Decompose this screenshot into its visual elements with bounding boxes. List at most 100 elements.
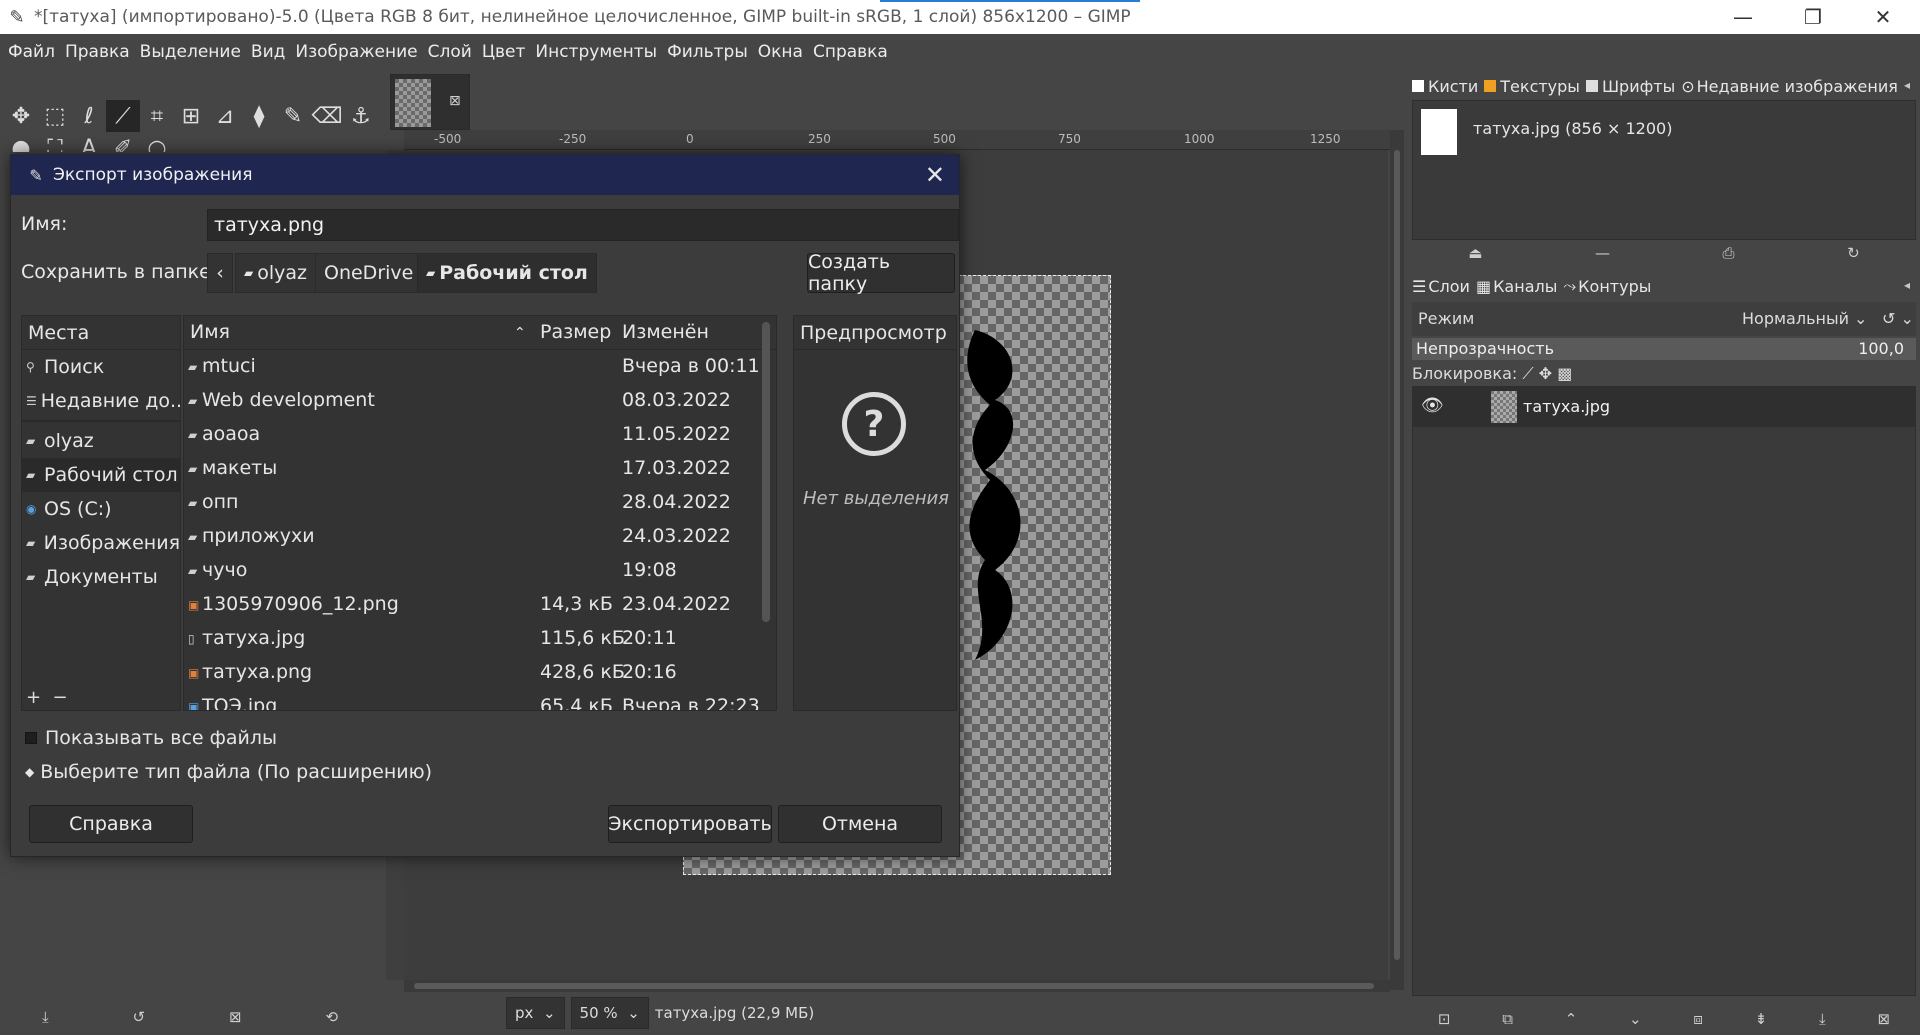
place-pictures[interactable]: ▰ Изображения: [22, 526, 180, 560]
tab-paths[interactable]: ⤳ Контуры: [1563, 276, 1651, 296]
help-button[interactable]: Справка: [29, 805, 193, 843]
file-row[interactable]: ▰ Web development 08.03.2022: [184, 384, 776, 418]
new-layer-icon[interactable]: ⊡: [1438, 1010, 1451, 1028]
tab-brushes[interactable]: Кисти: [1412, 77, 1478, 96]
eraser-tool-icon[interactable]: ⌫: [310, 100, 344, 132]
transform-tool-icon[interactable]: ⊞: [174, 100, 208, 132]
paintbrush-tool-icon[interactable]: ✎: [276, 100, 310, 132]
zoom-tool-icon[interactable]: ○: [140, 132, 174, 153]
anchor-layer-icon[interactable]: ⤓: [1819, 1010, 1826, 1028]
file-list-scrollbar[interactable]: [762, 322, 770, 622]
close-window-button[interactable]: ✕: [1848, 0, 1918, 34]
file-row[interactable]: ▰ аоаоа 11.05.2022: [184, 418, 776, 452]
clone-tool-icon[interactable]: ⚓: [344, 100, 378, 132]
breadcrumb-desktop[interactable]: ▰ Рабочий стол: [417, 253, 597, 293]
reset-mode-icon[interactable]: ↺ ⌄: [1882, 309, 1914, 328]
place-search[interactable]: ⚲ Поиск: [22, 350, 180, 384]
paths-tool-icon[interactable]: ⛶: [38, 132, 72, 153]
lasso-tool-icon[interactable]: ℓ: [72, 100, 106, 132]
menu-image[interactable]: Изображение: [295, 42, 417, 62]
column-modified-header[interactable]: Изменён: [622, 321, 709, 343]
tab-patterns[interactable]: Текстуры: [1484, 77, 1580, 96]
raise-layer-icon[interactable]: ⌃: [1565, 1010, 1578, 1028]
color-picker-tool-icon[interactable]: ✐: [106, 132, 140, 153]
crop-tool-icon[interactable]: ⌗: [140, 100, 174, 132]
file-row[interactable]: ▰ опп 28.04.2022: [184, 486, 776, 520]
menu-view[interactable]: Вид: [251, 42, 285, 62]
file-row[interactable]: ▰ mtuci Вчера в 00:11: [184, 350, 776, 384]
merge-layer-icon[interactable]: ⇟: [1755, 1010, 1768, 1028]
remove-entry-icon[interactable]: —: [1595, 244, 1610, 262]
menu-tools[interactable]: Инструменты: [535, 42, 657, 62]
add-place-icon[interactable]: +: [26, 687, 41, 708]
new-group-icon[interactable]: ⧉: [1502, 1010, 1513, 1028]
remove-place-icon[interactable]: −: [53, 687, 68, 708]
file-row[interactable]: ▰ чучо 19:08: [184, 554, 776, 588]
scrollbar-thumb[interactable]: [414, 983, 1374, 989]
minimize-button[interactable]: —: [1708, 0, 1778, 34]
file-row[interactable]: ▣ ТОЭ.jpg 65,4 кБ Вчера в 22:23: [184, 690, 776, 710]
filename-input[interactable]: [207, 209, 959, 241]
place-drive-c[interactable]: ◉ OS (C:): [22, 492, 180, 526]
column-size-header[interactable]: Размер: [540, 321, 611, 343]
restore-options-icon[interactable]: ↺: [133, 1008, 146, 1026]
menu-color[interactable]: Цвет: [482, 42, 526, 62]
layer-name[interactable]: татуха.jpg: [1523, 397, 1610, 416]
close-dialog-button[interactable]: ✕: [925, 161, 945, 189]
tab-channels[interactable]: ▦ Каналы: [1476, 277, 1557, 296]
lower-layer-icon[interactable]: ⌄: [1629, 1010, 1642, 1028]
fuzzy-select-tool-icon[interactable]: ⟋: [106, 100, 140, 132]
refresh-icon[interactable]: ↻: [1847, 244, 1860, 262]
breadcrumb-onedrive[interactable]: OneDrive: [315, 253, 423, 293]
export-button[interactable]: Экспортировать: [608, 805, 772, 843]
menu-layer[interactable]: Слой: [428, 42, 472, 62]
cancel-button[interactable]: Отмена: [778, 805, 942, 843]
rect-select-tool-icon[interactable]: ⬚: [38, 100, 72, 132]
layer-row[interactable]: 👁 татуха.jpg: [1413, 387, 1915, 427]
menu-help[interactable]: Справка: [813, 42, 888, 62]
vertical-scrollbar[interactable]: [1390, 130, 1404, 990]
close-tab-icon[interactable]: ⊠: [449, 93, 461, 109]
bucket-fill-tool-icon[interactable]: ⧫: [242, 100, 276, 132]
reset-options-icon[interactable]: ⟲: [325, 1008, 338, 1026]
opacity-slider[interactable]: Непрозрачность 100,0: [1412, 338, 1916, 360]
smudge-tool-icon[interactable]: ●: [4, 132, 38, 153]
lock-pixels-icon[interactable]: ⟋: [1522, 364, 1533, 383]
recent-item-label[interactable]: татуха.jpg (856 × 1200): [1473, 119, 1672, 138]
file-row[interactable]: ▣ 1305970906_12.png 14,3 кБ 23.04.2022: [184, 588, 776, 622]
create-folder-button[interactable]: Создать папку: [807, 251, 955, 295]
panel-menu-icon[interactable]: ◂: [1904, 278, 1910, 292]
zoom-select[interactable]: 50 % ⌄: [570, 997, 649, 1029]
file-type-expander[interactable]: ◆ Выберите тип файла (По расширению): [25, 761, 432, 783]
menu-windows[interactable]: Окна: [758, 42, 803, 62]
breadcrumb-olyaz[interactable]: ▰ olyaz: [235, 253, 316, 293]
file-row[interactable]: ▣ татуха.png 428,6 кБ 20:16: [184, 656, 776, 690]
restore-button[interactable]: ❐: [1778, 0, 1848, 34]
panel-menu-icon[interactable]: ◂: [1904, 78, 1910, 92]
open-image-icon[interactable]: ⏏: [1468, 244, 1482, 262]
scrollbar-thumb[interactable]: [1394, 150, 1400, 960]
image-tab[interactable]: ⊠: [390, 74, 470, 130]
file-row[interactable]: ▰ макеты 17.03.2022: [184, 452, 776, 486]
lock-alpha-icon[interactable]: ▩: [1557, 364, 1572, 383]
text-tool-icon[interactable]: A: [72, 132, 106, 153]
column-name-header[interactable]: Имя: [190, 321, 230, 343]
menu-edit[interactable]: Правка: [65, 42, 130, 62]
file-row[interactable]: ▯ татуха.jpg 115,6 кБ 20:11: [184, 622, 776, 656]
menu-file[interactable]: Файл: [8, 42, 55, 62]
eye-icon[interactable]: 👁: [1421, 395, 1444, 416]
lock-position-icon[interactable]: ✥: [1539, 364, 1552, 383]
tab-fonts[interactable]: Шрифты: [1585, 77, 1675, 96]
place-home[interactable]: ▰ olyaz: [22, 424, 180, 458]
save-options-icon[interactable]: ⤓: [42, 1008, 49, 1026]
move-tool-icon[interactable]: ✥: [4, 100, 38, 132]
tab-recent-images[interactable]: ⊙ Недавние изображения: [1681, 77, 1898, 96]
mode-select[interactable]: Нормальный: [1742, 309, 1849, 328]
delete-options-icon[interactable]: ⊠: [229, 1008, 242, 1026]
place-desktop[interactable]: ▰ Рабочий стол: [22, 458, 180, 492]
file-row[interactable]: ▰ приложухи 24.03.2022: [184, 520, 776, 554]
menu-select[interactable]: Выделение: [140, 42, 241, 62]
tab-layers[interactable]: ☰ Слои: [1412, 277, 1470, 296]
show-all-files-checkbox[interactable]: Показывать все файлы: [25, 727, 277, 749]
print-icon[interactable]: ⎙: [1723, 244, 1735, 262]
